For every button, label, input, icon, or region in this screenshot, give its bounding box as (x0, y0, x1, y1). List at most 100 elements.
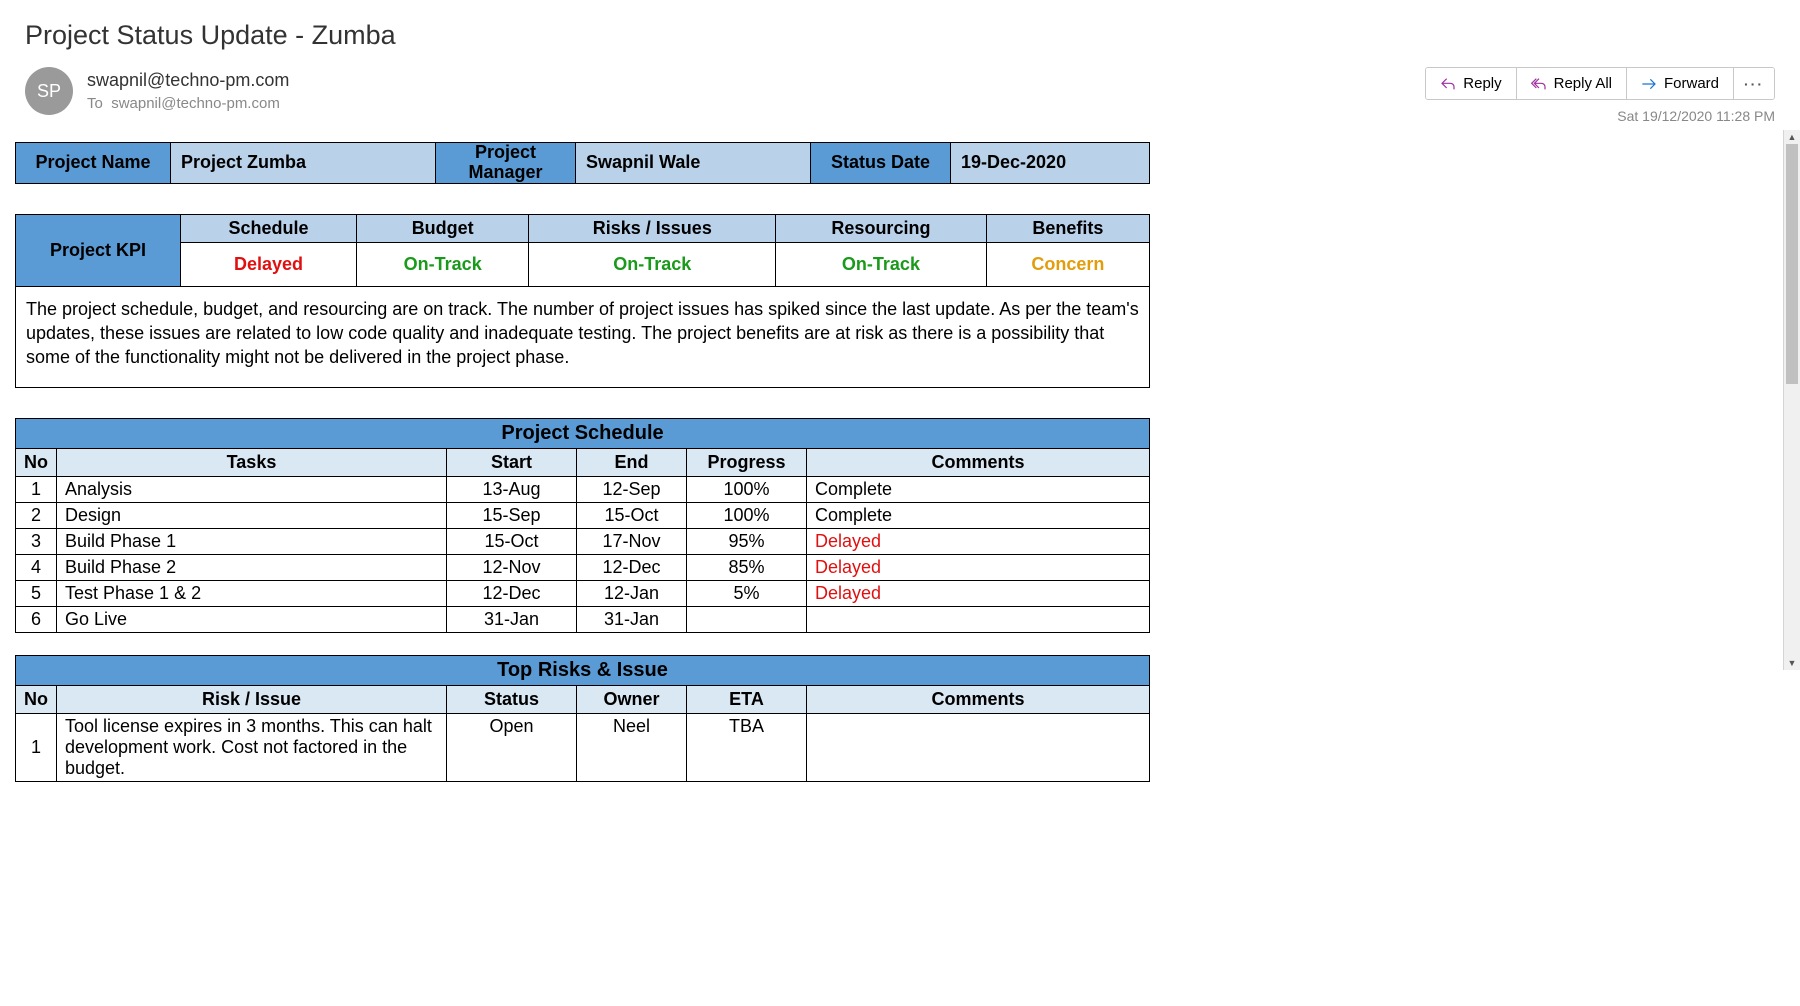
kpi-table: Project KPI Schedule Budget Risks / Issu… (15, 214, 1150, 287)
table-row: 3Build Phase 115-Oct17-Nov95%Delayed (16, 529, 1150, 555)
email-body: Project Name Project Zumba ProjectManage… (0, 142, 1800, 1006)
row-comment (807, 607, 1150, 633)
row-progress: 100% (687, 477, 807, 503)
row-risk: Tool license expires in 3 months. This c… (57, 714, 447, 782)
risks-header-owner: Owner (577, 686, 687, 714)
row-no: 1 (16, 714, 57, 782)
reply-all-icon (1531, 76, 1547, 92)
avatar: SP (25, 67, 73, 115)
row-task: Analysis (57, 477, 447, 503)
schedule-header-end: End (577, 449, 687, 477)
row-eta: TBA (687, 714, 807, 782)
row-status: Open (447, 714, 577, 782)
row-end: 12-Jan (577, 581, 687, 607)
kpi-summary: The project schedule, budget, and resour… (15, 287, 1150, 389)
kpi-header-schedule: Schedule (181, 214, 357, 242)
row-progress: 85% (687, 555, 807, 581)
action-buttons: Reply Reply All Forward ··· (1425, 67, 1775, 100)
schedule-header-comments: Comments (807, 449, 1150, 477)
risks-title: Top Risks & Issue (16, 656, 1150, 686)
row-progress: 100% (687, 503, 807, 529)
row-end: 12-Dec (577, 555, 687, 581)
table-row: 6Go Live31-Jan31-Jan (16, 607, 1150, 633)
scroll-down-icon[interactable]: ▼ (1784, 656, 1800, 670)
row-end: 31-Jan (577, 607, 687, 633)
row-comment: Delayed (807, 529, 1150, 555)
table-row: 1Analysis13-Aug12-Sep100%Complete (16, 477, 1150, 503)
row-no: 5 (16, 581, 57, 607)
row-end: 15-Oct (577, 503, 687, 529)
kpi-value-benefits: Concern (986, 242, 1149, 286)
row-start: 15-Sep (447, 503, 577, 529)
kpi-header-risks: Risks / Issues (529, 214, 776, 242)
row-end: 12-Sep (577, 477, 687, 503)
row-start: 15-Oct (447, 529, 577, 555)
schedule-header-tasks: Tasks (57, 449, 447, 477)
reply-icon (1440, 76, 1456, 92)
risks-header-comments: Comments (807, 686, 1150, 714)
row-comment: Delayed (807, 581, 1150, 607)
kpi-value-risks: On-Track (529, 242, 776, 286)
table-row: 5Test Phase 1 & 212-Dec12-Jan5%Delayed (16, 581, 1150, 607)
forward-icon (1641, 76, 1657, 92)
email-date: Sat 19/12/2020 11:28 PM (1617, 108, 1775, 124)
project-info-table: Project Name Project Zumba ProjectManage… (15, 142, 1150, 184)
row-comment: Complete (807, 503, 1150, 529)
status-date-label: Status Date (811, 143, 951, 184)
row-task: Build Phase 2 (57, 555, 447, 581)
schedule-header-no: No (16, 449, 57, 477)
row-start: 12-Dec (447, 581, 577, 607)
row-no: 2 (16, 503, 57, 529)
more-button[interactable]: ··· (1734, 68, 1774, 99)
sender-email[interactable]: swapnil@techno-pm.com (87, 68, 289, 93)
schedule-table: Project Schedule No Tasks Start End Prog… (15, 418, 1150, 633)
table-row: 2Design15-Sep15-Oct100%Complete (16, 503, 1150, 529)
schedule-header-progress: Progress (687, 449, 807, 477)
row-owner: Neel (577, 714, 687, 782)
kpi-value-budget: On-Track (357, 242, 529, 286)
row-comment: Delayed (807, 555, 1150, 581)
project-name-label: Project Name (16, 143, 171, 184)
kpi-header-resourcing: Resourcing (776, 214, 986, 242)
row-task: Test Phase 1 & 2 (57, 581, 447, 607)
project-name-value: Project Zumba (171, 143, 436, 184)
kpi-value-resourcing: On-Track (776, 242, 986, 286)
risks-header-risk: Risk / Issue (57, 686, 447, 714)
kpi-label: Project KPI (16, 214, 181, 286)
schedule-title: Project Schedule (16, 419, 1150, 449)
to-line: To swapnil@techno-pm.com (87, 93, 289, 114)
row-task: Go Live (57, 607, 447, 633)
status-date-value: 19-Dec-2020 (951, 143, 1150, 184)
row-task: Design (57, 503, 447, 529)
risks-header-status: Status (447, 686, 577, 714)
scroll-thumb[interactable] (1786, 144, 1798, 384)
row-comment (807, 714, 1150, 782)
scroll-up-icon[interactable]: ▲ (1784, 130, 1800, 144)
risks-header-eta: ETA (687, 686, 807, 714)
kpi-value-schedule: Delayed (181, 242, 357, 286)
sender-block: SP swapnil@techno-pm.com To swapnil@tech… (25, 67, 289, 115)
row-progress: 95% (687, 529, 807, 555)
reply-all-button[interactable]: Reply All (1517, 68, 1627, 99)
row-start: 12-Nov (447, 555, 577, 581)
row-task: Build Phase 1 (57, 529, 447, 555)
table-row: 4Build Phase 212-Nov12-Dec85%Delayed (16, 555, 1150, 581)
row-no: 6 (16, 607, 57, 633)
kpi-header-benefits: Benefits (986, 214, 1149, 242)
forward-button[interactable]: Forward (1627, 68, 1734, 99)
row-start: 13-Aug (447, 477, 577, 503)
risks-table: Top Risks & Issue No Risk / Issue Status… (15, 655, 1150, 782)
row-progress (687, 607, 807, 633)
table-row: 1Tool license expires in 3 months. This … (16, 714, 1150, 782)
scrollbar[interactable]: ▲ ▼ (1783, 130, 1800, 670)
row-comment: Complete (807, 477, 1150, 503)
row-end: 17-Nov (577, 529, 687, 555)
project-manager-label: ProjectManager (436, 143, 576, 184)
risks-header-no: No (16, 686, 57, 714)
reply-button[interactable]: Reply (1426, 68, 1516, 99)
row-progress: 5% (687, 581, 807, 607)
row-no: 4 (16, 555, 57, 581)
row-start: 31-Jan (447, 607, 577, 633)
row-no: 1 (16, 477, 57, 503)
email-subject: Project Status Update - Zumba (25, 20, 1775, 51)
